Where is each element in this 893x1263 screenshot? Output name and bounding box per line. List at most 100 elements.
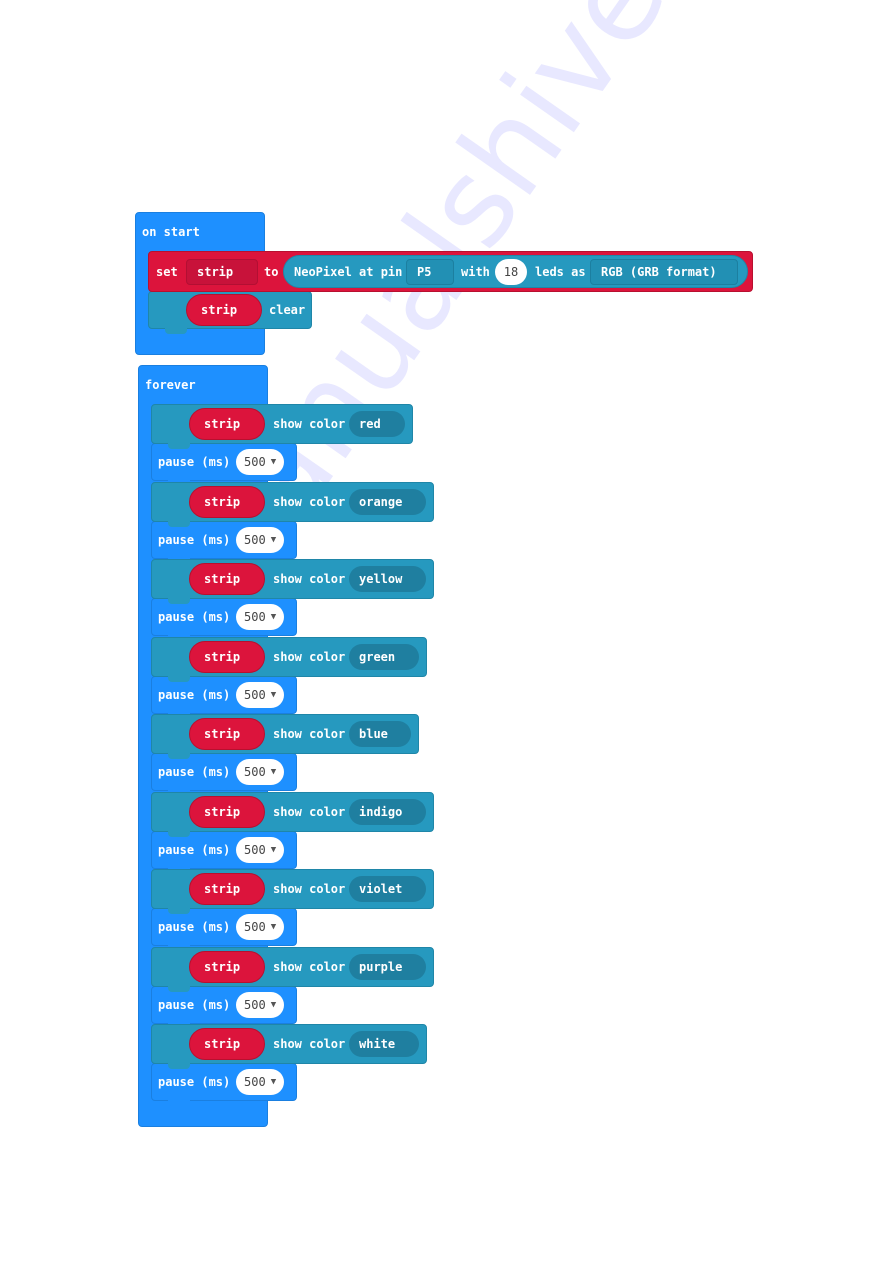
pause-duration-value: 500 [244, 688, 266, 702]
pause-label: pause (ms) [158, 998, 231, 1012]
show-color-label: show color [273, 495, 346, 509]
connector-notch [168, 1063, 190, 1069]
connector-notch [168, 831, 190, 837]
color-dropdown[interactable]: red [349, 411, 405, 437]
strip-variable-pill[interactable]: strip [189, 486, 265, 518]
connector-notch [168, 443, 190, 449]
strip-variable-name: strip [204, 882, 241, 896]
strip-variable-name: strip [204, 1037, 241, 1051]
mode-dropdown[interactable]: RGB (GRB format) [590, 258, 738, 285]
show-color-block[interactable]: strip show color yellow [151, 559, 434, 604]
show-color-label: show color [273, 882, 346, 896]
color-dropdown[interactable]: purple [349, 954, 426, 980]
strip-variable-name: strip [204, 960, 241, 974]
pause-label: pause (ms) [158, 455, 231, 469]
led-count-input[interactable]: 18 [495, 258, 527, 285]
color-dropdown[interactable]: white [349, 1031, 419, 1057]
strip-variable-name: strip [204, 417, 241, 431]
show-color-block[interactable]: strip show color blue [151, 714, 419, 759]
connector-notch [168, 521, 190, 527]
pause-label: pause (ms) [158, 1075, 231, 1089]
pause-duration-value: 500 [244, 765, 266, 779]
strip-variable-pill[interactable]: strip [189, 718, 265, 750]
show-color-block[interactable]: strip show color white [151, 1024, 427, 1069]
pause-duration-value: 500 [244, 1075, 266, 1089]
dropdown-caret-icon: ▼ [270, 457, 277, 467]
dropdown-caret-icon: ▼ [270, 922, 277, 932]
clear-label: clear [269, 303, 306, 317]
pause-duration-value: 500 [244, 533, 266, 547]
color-dropdown[interactable]: green [349, 644, 419, 670]
strip-variable-name: strip [204, 650, 241, 664]
neopixel-label: NeoPixel at pin [294, 264, 403, 279]
pause-duration-dropdown[interactable]: 500 ▼ [236, 759, 285, 785]
color-value: indigo [359, 805, 403, 819]
show-color-block[interactable]: strip show color indigo [151, 792, 434, 837]
color-dropdown[interactable]: indigo [349, 799, 426, 825]
color-dropdown[interactable]: orange [349, 489, 426, 515]
strip-variable-pill[interactable]: strip [189, 1028, 265, 1060]
strip-variable-pill[interactable]: strip [189, 641, 265, 673]
connector-notch [168, 908, 190, 914]
variable-name: strip [197, 264, 234, 279]
set-label: set [156, 264, 178, 279]
strip-variable-pill[interactable]: strip [186, 294, 262, 326]
strip-variable-pill[interactable]: strip [189, 408, 265, 440]
color-dropdown[interactable]: yellow [349, 566, 426, 592]
pause-duration-dropdown[interactable]: 500 ▼ [236, 914, 285, 940]
set-variable-block[interactable]: set strip to NeoPixel at pin P5 with 18 … [148, 251, 753, 292]
strip-variable-name: strip [204, 495, 241, 509]
pause-duration-dropdown[interactable]: 500 ▼ [236, 1069, 285, 1095]
pause-duration-dropdown[interactable]: 500 ▼ [236, 992, 285, 1018]
connector-notch [165, 328, 187, 334]
strip-variable-name: strip [201, 303, 238, 317]
mode-value: RGB (GRB format) [601, 264, 717, 279]
pause-duration-dropdown[interactable]: 500 ▼ [236, 449, 285, 475]
color-value: blue [359, 727, 388, 741]
show-color-block[interactable]: strip show color violet [151, 869, 434, 914]
dropdown-caret-icon: ▼ [270, 767, 277, 777]
color-value: orange [359, 495, 403, 509]
dropdown-caret-icon: ▼ [270, 535, 277, 545]
pin-value: P5 [417, 264, 432, 279]
show-color-block[interactable]: strip show color green [151, 637, 427, 682]
neopixel-create-block[interactable]: NeoPixel at pin P5 with 18 leds as RGB (… [283, 255, 748, 288]
strip-variable-pill[interactable]: strip [189, 563, 265, 595]
pause-label: pause (ms) [158, 610, 231, 624]
pause-duration-dropdown[interactable]: 500 ▼ [236, 682, 285, 708]
to-label: to [264, 264, 279, 279]
pause-label: pause (ms) [158, 688, 231, 702]
color-value: yellow [359, 572, 403, 586]
pin-dropdown[interactable]: P5 [406, 258, 454, 285]
leds-as-label: leds as [535, 264, 586, 279]
with-label: with [461, 264, 490, 279]
strip-variable-pill[interactable]: strip [189, 873, 265, 905]
pause-label: pause (ms) [158, 843, 231, 857]
color-dropdown[interactable]: violet [349, 876, 426, 902]
show-color-label: show color [273, 960, 346, 974]
strip-clear-block[interactable]: strip clear [148, 291, 312, 334]
pause-label: pause (ms) [158, 533, 231, 547]
strip-variable-name: strip [204, 572, 241, 586]
show-color-block[interactable]: strip show color red [151, 404, 413, 449]
strip-variable-name: strip [204, 727, 241, 741]
show-color-label: show color [273, 572, 346, 586]
show-color-block[interactable]: strip show color orange [151, 482, 434, 527]
pause-label: pause (ms) [158, 920, 231, 934]
color-dropdown[interactable]: blue [349, 721, 411, 747]
color-value: violet [359, 882, 403, 896]
show-color-label: show color [273, 727, 346, 741]
show-color-block[interactable]: strip show color purple [151, 947, 434, 992]
pause-duration-dropdown[interactable]: 500 ▼ [236, 527, 285, 553]
on-start-label: on start [142, 225, 200, 239]
pause-duration-dropdown[interactable]: 500 ▼ [236, 837, 285, 863]
pause-duration-value: 500 [244, 920, 266, 934]
dropdown-caret-icon: ▼ [270, 612, 277, 622]
strip-variable-pill[interactable]: strip [189, 951, 265, 983]
strip-variable-pill[interactable]: strip [189, 796, 265, 828]
show-color-label: show color [273, 1037, 346, 1051]
dropdown-caret-icon: ▼ [270, 845, 277, 855]
variable-dropdown[interactable]: strip [186, 258, 258, 285]
pause-duration-dropdown[interactable]: 500 ▼ [236, 604, 285, 630]
color-value: red [359, 417, 381, 431]
